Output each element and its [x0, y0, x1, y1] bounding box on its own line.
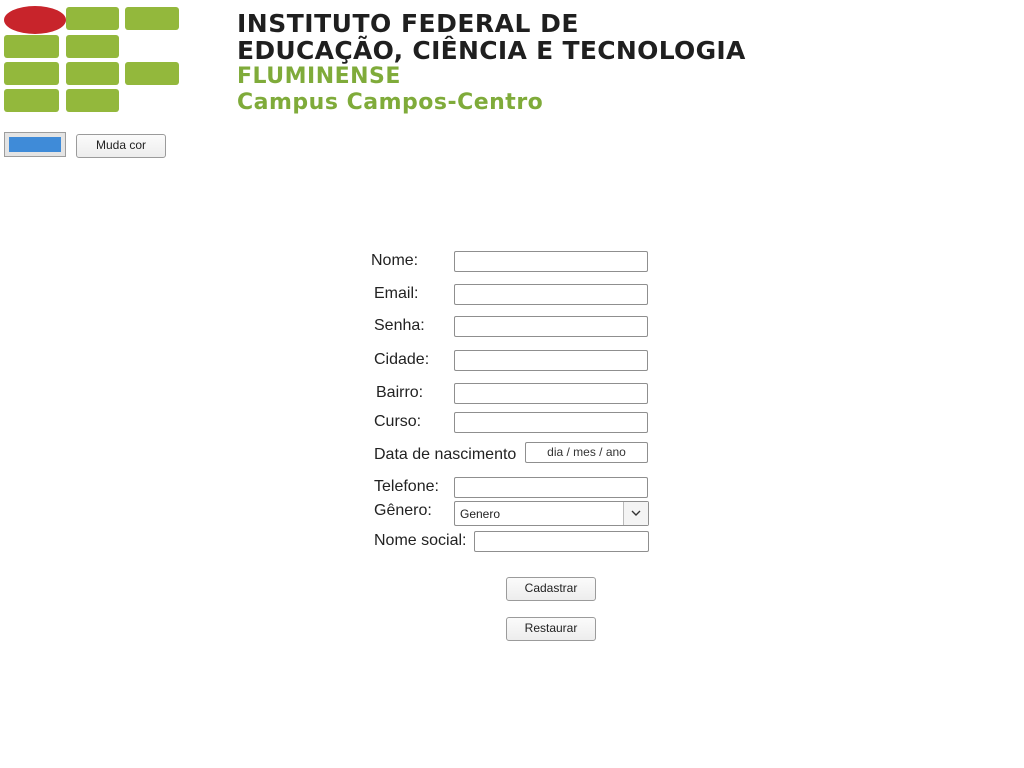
- change-color-button[interactable]: Muda cor: [76, 134, 166, 158]
- nome-label: Nome:: [371, 252, 419, 269]
- nome-input[interactable]: [454, 251, 648, 272]
- cidade-label: Cidade:: [374, 351, 430, 368]
- nome-social-label: Nome social:: [374, 532, 467, 549]
- institute-banner: INSTITUTO FEDERAL DE EDUCAÇÃO, CIÊNCIA E…: [0, 0, 1024, 122]
- curso-input[interactable]: [454, 412, 648, 433]
- telefone-input[interactable]: [454, 477, 648, 498]
- banner-line-3: FLUMINENSE: [237, 64, 401, 89]
- banner-line-2: EDUCAÇÃO, CIÊNCIA E TECNOLOGIA: [237, 36, 746, 65]
- genero-select[interactable]: Genero: [454, 501, 649, 526]
- color-picker-input[interactable]: [4, 132, 66, 157]
- banner-line-1: INSTITUTO FEDERAL DE: [237, 9, 579, 38]
- bairro-input[interactable]: [454, 383, 648, 404]
- curso-label: Curso:: [374, 413, 422, 430]
- data-nascimento-input[interactable]: dia / mes / ano: [525, 442, 648, 463]
- cadastrar-button[interactable]: Cadastrar: [506, 577, 596, 601]
- genero-label: Gênero:: [374, 502, 432, 519]
- restaurar-button[interactable]: Restaurar: [506, 617, 596, 641]
- color-swatch: [9, 137, 61, 152]
- genero-selected-value: Genero: [460, 507, 501, 521]
- chevron-down-icon: [623, 502, 648, 525]
- senha-input[interactable]: [454, 316, 648, 337]
- telefone-label: Telefone:: [374, 478, 439, 495]
- banner-line-4: Campus Campos-Centro: [237, 90, 544, 115]
- nome-social-input[interactable]: [474, 531, 649, 552]
- bairro-label: Bairro:: [376, 384, 424, 401]
- cidade-input[interactable]: [454, 350, 648, 371]
- data-nascimento-label: Data de nascimento: [374, 446, 517, 463]
- email-input[interactable]: [454, 284, 648, 305]
- senha-label: Senha:: [374, 317, 425, 334]
- email-label: Email:: [374, 285, 419, 302]
